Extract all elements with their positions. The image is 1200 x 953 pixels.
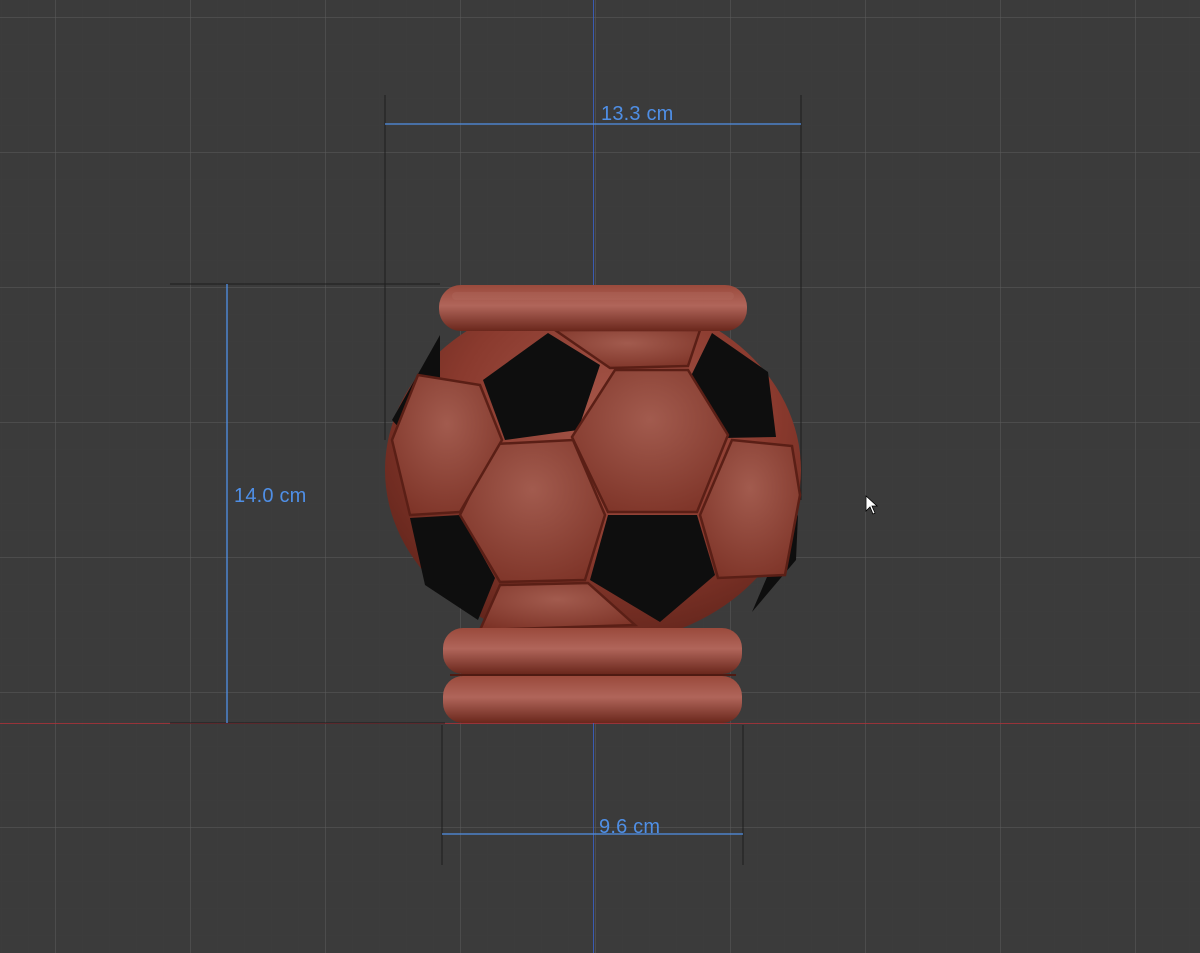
dimension-label-top-width: 13.3 cm [601, 103, 674, 125]
top-rim-highlight [452, 292, 734, 300]
scene-canvas [170, 95, 879, 865]
mouse-cursor-icon [865, 495, 879, 515]
dimension-label-base-width: 9.6 cm [599, 816, 661, 838]
top-rim [439, 285, 747, 331]
base-ring-lower [443, 676, 742, 723]
3d-viewport[interactable]: 13.3 cm 14.0 cm 9.6 cm [0, 0, 1200, 953]
soccer-ball-pot-model[interactable] [385, 285, 802, 723]
base-ring-upper [443, 628, 742, 674]
dimension-label-height: 14.0 cm [234, 485, 307, 507]
